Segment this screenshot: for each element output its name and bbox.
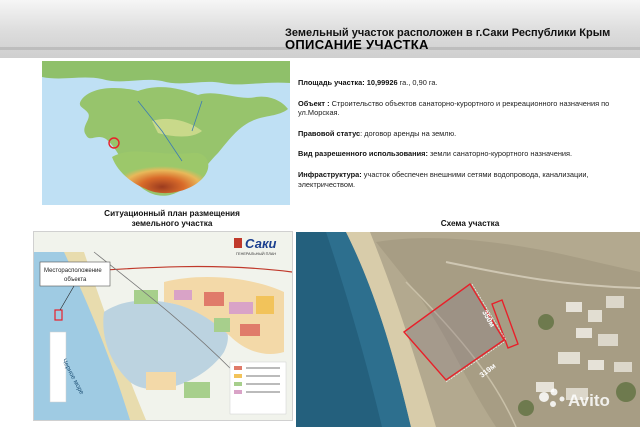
avito-watermark-text: Avito (568, 391, 610, 410)
permitted-use-label: Вид разрешенного использования: (298, 149, 428, 159)
master-plan-map: Саки ГЕНЕРАЛЬНЫЙ ПЛАН Месторасположение … (33, 231, 293, 421)
property-description: Площадь участка: 10,99926 га., 0,90 га. … (298, 78, 618, 200)
page-title: ОПИСАНИЕ УЧАСТКА (285, 37, 429, 52)
area-row: Площадь участка: 10,99926 га., 0,90 га. (298, 78, 618, 88)
location-label-line2: объекта (64, 277, 87, 283)
plan-logo-subtitle: ГЕНЕРАЛЬНЫЙ ПЛАН (236, 252, 276, 256)
object-row: Объект : Строительство объектов санаторн… (298, 99, 618, 118)
plan-logo: Саки (245, 236, 277, 251)
legal-status-label: Правовой статус (298, 128, 361, 138)
area-label: Площадь участка: (298, 78, 365, 87)
situational-plan-caption: Ситуационный план размещения земельного … (62, 209, 282, 228)
object-label: Объект : (298, 98, 330, 108)
location-label-line1: Месторасположение (44, 268, 102, 274)
crimea-map (42, 61, 290, 205)
situational-plan-caption-line1: Ситуационный план размещения (104, 209, 240, 218)
header-banner: Земельный участок расположен в г.Саки Ре… (0, 0, 640, 58)
scheme-caption: Схема участка (440, 219, 500, 228)
object-value: Строительство объектов санаторно-курортн… (298, 98, 610, 118)
infrastructure-row: Инфраструктура: участок обеспечен внешни… (298, 170, 618, 189)
permitted-use-value: земли санаторно-курортного назначения. (427, 149, 573, 159)
permitted-use-row: Вид разрешенного использования: земли са… (298, 149, 618, 159)
legal-status-value: : договор аренды на землю. (360, 128, 457, 138)
legal-status-row: Правовой статус: договор аренды на землю… (298, 129, 618, 139)
situational-plan-caption-line2: земельного участка (131, 218, 213, 228)
aerial-site-scheme: 350м 319м Avito (296, 232, 640, 427)
area-unit: га., 0,90 га. (397, 78, 438, 87)
area-value: 10,99926 (366, 78, 398, 87)
infrastructure-label: Инфраструктура: (298, 169, 362, 179)
